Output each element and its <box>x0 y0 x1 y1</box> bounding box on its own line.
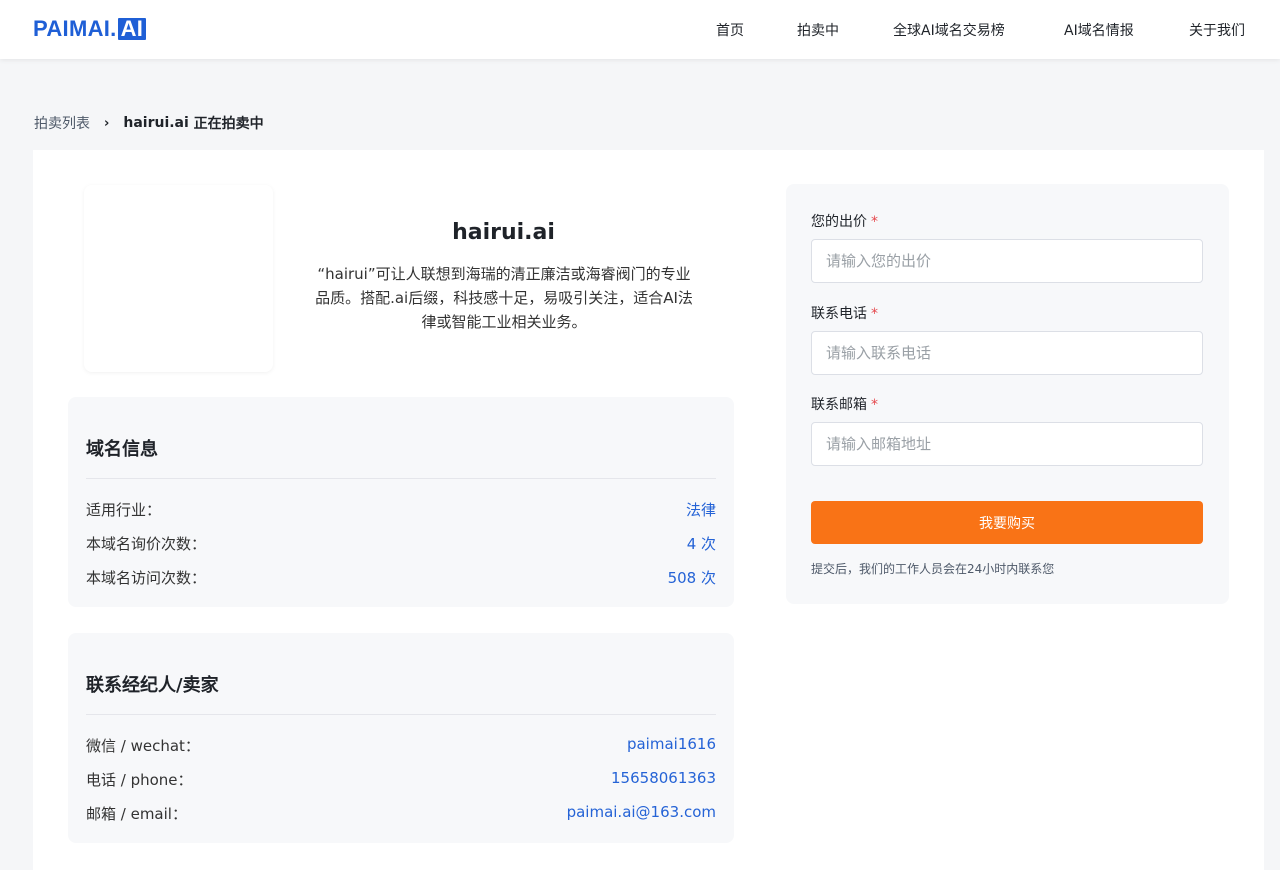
top-header: PAIMAI. AI 首页 拍卖中 全球AI域名交易榜 AI域名情报 关于我们 <box>0 0 1280 59</box>
domain-description: “hairui”可让人联想到海瑞的清正廉洁或海睿阀门的专业品质。搭配.ai后缀，… <box>315 265 693 331</box>
site-logo[interactable]: PAIMAI. AI <box>33 16 147 42</box>
logo-text: PAIMAI. <box>33 16 117 41</box>
domain-title: hairui.ai <box>452 220 555 245</box>
nav-home[interactable]: 首页 <box>716 20 744 40</box>
contact-card: 联系经纪人/卖家 微信 / wechat： paimai1616 电话 / ph… <box>68 633 734 843</box>
contact-row-email: 邮箱 / email： paimai.ai@163.com <box>86 803 716 824</box>
nav-ai-intel[interactable]: AI域名情报 <box>1064 20 1134 40</box>
bid-form: 您的出价* 联系电话* 联系邮箱* 我要购买 提交后，我们的工作人员会在24小时… <box>786 184 1229 604</box>
breadcrumb-auction-list[interactable]: 拍卖列表 <box>34 113 90 133</box>
info-row-visits: 本域名访问次数： 508 次 <box>86 567 716 588</box>
breadcrumb-status: 正在拍卖中 <box>188 116 264 132</box>
contact-value[interactable]: 15658061363 <box>611 769 716 790</box>
required-mark: * <box>871 306 878 322</box>
domain-info-card: 域名信息 适用行业： 法律 本域名询价次数： 4 次 本域名访问次数： 508 … <box>68 397 734 607</box>
required-mark: * <box>871 397 878 413</box>
contact-label: 电话 / phone： <box>86 771 193 789</box>
bid-label: 您的出价 * <box>811 211 878 231</box>
contact-value[interactable]: paimai1616 <box>627 735 716 756</box>
contact-label: 微信 / wechat： <box>86 737 200 755</box>
nav-about[interactable]: 关于我们 <box>1189 20 1245 40</box>
breadcrumb: 拍卖列表 › hairui.ai 正在拍卖中 <box>34 113 264 133</box>
domain-info-title: 域名信息 <box>86 439 158 460</box>
email-input[interactable] <box>811 422 1203 466</box>
domain-image <box>84 185 273 372</box>
contact-divider <box>86 714 716 715</box>
info-label: 本域名询价次数： <box>86 535 207 553</box>
logo-badge: AI <box>117 18 147 40</box>
phone-input[interactable] <box>811 331 1203 375</box>
email-label-text: 联系邮箱 <box>811 397 867 413</box>
nav-global-ranking[interactable]: 全球AI域名交易榜 <box>893 20 1005 40</box>
info-row-inquiries: 本域名询价次数： 4 次 <box>86 533 716 554</box>
info-value: 508 次 <box>667 569 716 587</box>
phone-label: 联系电话 * <box>811 303 878 323</box>
info-row-industry: 适用行业： 法律 <box>86 499 716 520</box>
nav-auctions[interactable]: 拍卖中 <box>797 20 839 40</box>
info-label: 适用行业： <box>86 501 162 519</box>
bid-input[interactable] <box>811 239 1203 283</box>
contact-row-wechat: 微信 / wechat： paimai1616 <box>86 735 716 756</box>
breadcrumb-separator-icon: › <box>104 115 110 131</box>
phone-label-text: 联系电话 <box>811 306 867 322</box>
form-note: 提交后，我们的工作人员会在24小时内联系您 <box>811 562 1055 576</box>
info-value: 4 次 <box>686 535 716 553</box>
info-value[interactable]: 法律 <box>686 499 716 520</box>
contact-title: 联系经纪人/卖家 <box>86 675 219 696</box>
contact-value[interactable]: paimai.ai@163.com <box>567 803 716 824</box>
bid-label-text: 您的出价 <box>811 214 867 230</box>
contact-row-phone: 电话 / phone： 15658061363 <box>86 769 716 790</box>
required-mark: * <box>871 214 878 230</box>
domain-info-divider <box>86 478 716 479</box>
email-label: 联系邮箱 * <box>811 394 878 414</box>
info-label: 本域名访问次数： <box>86 569 207 587</box>
buy-button[interactable]: 我要购买 <box>811 501 1203 544</box>
breadcrumb-current-domain: hairui.ai <box>123 115 189 131</box>
contact-label: 邮箱 / email： <box>86 805 187 823</box>
